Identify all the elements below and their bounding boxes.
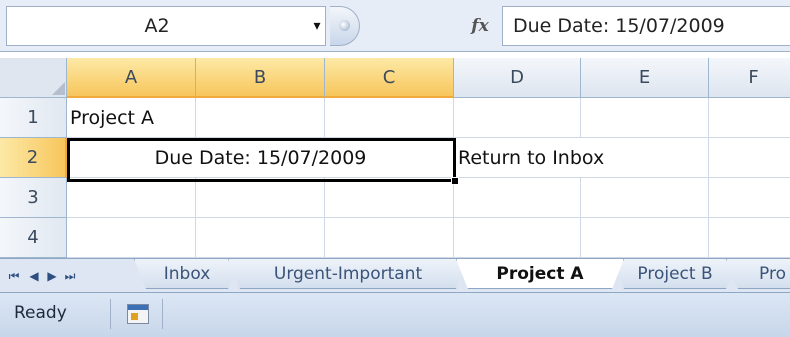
row-header-1[interactable]: 1 bbox=[0, 98, 67, 138]
last-sheet-icon[interactable]: ⏭ bbox=[62, 266, 78, 286]
cell-f4[interactable] bbox=[709, 218, 790, 258]
cell-d2[interactable]: Return to Inbox bbox=[454, 138, 604, 178]
cell-e3[interactable] bbox=[581, 178, 709, 218]
cell-f1[interactable] bbox=[709, 98, 790, 138]
cell-f3[interactable] bbox=[709, 178, 790, 218]
name-box-value[interactable]: A2 bbox=[7, 7, 307, 45]
active-cell-outline[interactable] bbox=[67, 138, 456, 182]
formula-bar-resize-handle[interactable] bbox=[330, 6, 360, 46]
sheet-tab-project-a[interactable]: Project A bbox=[456, 259, 624, 289]
row-header-3[interactable]: 3 bbox=[0, 178, 67, 218]
cell-a1[interactable]: Project A bbox=[67, 98, 196, 138]
name-box[interactable]: A2 ▾ bbox=[6, 6, 326, 46]
cell-d1[interactable] bbox=[454, 98, 581, 138]
row-header-2[interactable]: 2 bbox=[0, 138, 67, 178]
handle-dot-icon bbox=[339, 20, 350, 31]
cell-c3[interactable] bbox=[325, 178, 454, 218]
insert-function-icon[interactable]: fx bbox=[460, 8, 500, 44]
select-all-corner-icon bbox=[52, 82, 65, 95]
next-sheet-icon[interactable]: ▶ bbox=[44, 266, 60, 286]
cell-b1[interactable] bbox=[196, 98, 325, 138]
cell-d3[interactable] bbox=[454, 178, 581, 218]
cell-c4[interactable] bbox=[325, 218, 454, 258]
prev-sheet-icon[interactable]: ◀ bbox=[26, 266, 42, 286]
macro-recording-icon[interactable] bbox=[127, 304, 149, 324]
status-ready-text: Ready bbox=[14, 303, 67, 323]
select-all-button[interactable] bbox=[0, 58, 67, 98]
status-divider-2 bbox=[162, 299, 163, 329]
macro-icon-mark bbox=[131, 313, 138, 320]
sheet-tab-bar: ⏮ ◀ ▶ ⏭ Inbox Urgent-Important Project B… bbox=[0, 258, 790, 292]
first-sheet-icon[interactable]: ⏮ bbox=[6, 266, 22, 286]
formula-input[interactable]: Due Date: 15/07/2009 bbox=[502, 6, 790, 46]
column-header-e[interactable]: E bbox=[581, 58, 709, 98]
column-header-b[interactable]: B bbox=[196, 58, 325, 98]
column-header-d[interactable]: D bbox=[454, 58, 581, 98]
cell-e4[interactable] bbox=[581, 218, 709, 258]
column-header-f[interactable]: F bbox=[709, 58, 790, 98]
fill-handle[interactable] bbox=[451, 177, 459, 185]
chevron-down-icon[interactable]: ▾ bbox=[307, 7, 327, 45]
formula-bar: A2 ▾ fx Due Date: 15/07/2009 bbox=[0, 0, 790, 52]
sheet-tab-pro[interactable]: Pro bbox=[726, 259, 790, 289]
cell-e1[interactable] bbox=[581, 98, 709, 138]
sheet-tab-project-b[interactable]: Project B bbox=[612, 259, 738, 289]
column-header-a[interactable]: A bbox=[67, 58, 196, 98]
macro-icon-titlebar bbox=[128, 305, 148, 310]
sheet-tab-urgent-important[interactable]: Urgent-Important bbox=[228, 259, 468, 289]
cell-b4[interactable] bbox=[196, 218, 325, 258]
status-bar: Ready bbox=[0, 292, 790, 337]
cell-a4[interactable] bbox=[67, 218, 196, 258]
formula-value[interactable]: Due Date: 15/07/2009 bbox=[513, 7, 725, 45]
cell-c1[interactable] bbox=[325, 98, 454, 138]
cell-b3[interactable] bbox=[196, 178, 325, 218]
cell-f2[interactable] bbox=[709, 138, 790, 178]
sheet-tab-inbox[interactable]: Inbox bbox=[134, 259, 240, 289]
cell-e2[interactable] bbox=[581, 138, 709, 178]
cell-a3[interactable] bbox=[67, 178, 196, 218]
column-header-c[interactable]: C bbox=[325, 58, 454, 98]
cell-a1-value: Project A bbox=[70, 107, 155, 129]
status-divider bbox=[110, 299, 111, 329]
cell-d4[interactable] bbox=[454, 218, 581, 258]
row-header-4[interactable]: 4 bbox=[0, 218, 67, 258]
